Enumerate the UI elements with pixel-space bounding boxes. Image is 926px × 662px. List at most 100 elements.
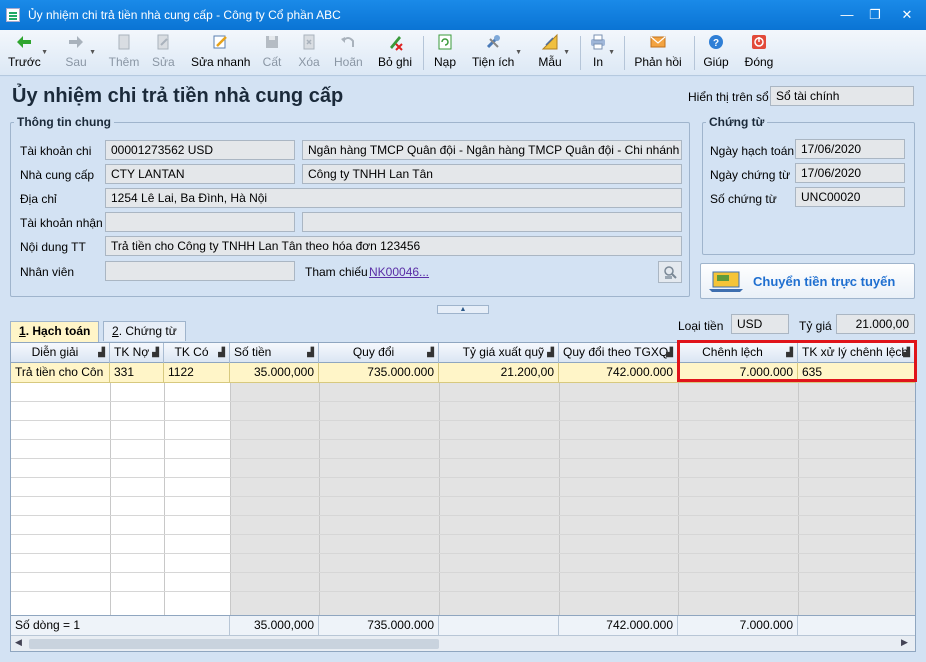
unpost-icon xyxy=(390,36,403,51)
col-amount[interactable]: Số tiền ▟ xyxy=(230,343,319,363)
tab-vouchers[interactable]: 2. Chứng từ xyxy=(103,321,186,341)
scroll-thumb[interactable] xyxy=(29,639,439,649)
recv-account-field[interactable] xyxy=(105,212,295,232)
post-date-label: Ngày hạch toán xyxy=(710,144,795,158)
toolbar-separator xyxy=(624,36,625,70)
edit-document-icon xyxy=(157,34,169,50)
cell-description[interactable]: Trả tiền cho Côn xyxy=(11,363,110,382)
reference-more-link[interactable]: ... xyxy=(419,265,429,279)
employee-field[interactable] xyxy=(105,261,295,281)
rate-field[interactable]: 21.000,00 xyxy=(836,314,915,334)
print-button[interactable]: In ▼ xyxy=(589,33,615,73)
toolbar-separator xyxy=(423,36,424,70)
recv-bank-field[interactable] xyxy=(302,212,682,232)
title-bar: Ủy nhiệm chi trả tiền nhà cung cấp - Côn… xyxy=(0,0,926,30)
cell-converted-tgxq[interactable]: 742.000.000 xyxy=(559,363,678,382)
tab-accounting[interactable]: 1. Hạch toán xyxy=(10,321,100,342)
address-field[interactable]: 1254 Lê Lai, Ba Đình, Hà Nội xyxy=(105,188,682,208)
reload-button[interactable]: Nạp xyxy=(433,33,457,73)
scroll-right-icon[interactable]: ▶ xyxy=(901,637,908,648)
highlight-annotation xyxy=(677,340,917,382)
next-button[interactable]: Sau ▼ xyxy=(64,33,96,73)
reference-link[interactable]: NK00046 xyxy=(369,265,419,279)
prev-button[interactable]: Trước ▼ xyxy=(8,33,48,73)
supplier-name-field[interactable]: Công ty TNHH Lan Tân xyxy=(302,164,682,184)
help-button[interactable]: ? Giúp xyxy=(703,33,729,73)
voucher-no-field[interactable]: UNC00020 xyxy=(795,187,905,207)
cell-amount[interactable]: 35.000,000 xyxy=(230,363,319,382)
col-rate[interactable]: Tỷ giá xuất quỹ ▟ xyxy=(439,343,559,363)
tools-icon xyxy=(486,35,500,49)
display-label: Hiển thị trên sổ xyxy=(688,90,769,104)
display-book-select[interactable]: Sổ tài chính xyxy=(770,86,914,106)
grid-footer: Số dòng = 1 35.000,000 735.000.000 742.0… xyxy=(11,615,915,635)
unpost-button[interactable]: Bỏ ghi xyxy=(378,33,412,73)
total-converted-tgxq: 742.000.000 xyxy=(559,616,678,635)
edit-button[interactable]: Sửa xyxy=(152,33,175,73)
reload-icon xyxy=(438,34,452,50)
collapse-toggle[interactable]: ▲ xyxy=(437,305,489,314)
cell-debit-account[interactable]: 331 xyxy=(110,363,164,382)
template-button[interactable]: Mẫu ▼ xyxy=(538,33,570,73)
grid-blank-area xyxy=(11,383,230,615)
minimize-button[interactable]: — xyxy=(836,6,858,24)
cell-converted[interactable]: 735.000.000 xyxy=(319,363,439,382)
voucher-date-field[interactable]: 17/06/2020 xyxy=(795,163,905,183)
add-button[interactable]: Thêm xyxy=(108,33,140,73)
mail-icon xyxy=(650,36,666,48)
col-description[interactable]: Diễn giải ▟ xyxy=(11,343,110,363)
attachment-button[interactable] xyxy=(658,261,682,283)
row-count: Số dòng = 1 xyxy=(11,616,230,635)
col-credit-account[interactable]: TK Có ▟ xyxy=(164,343,230,363)
quick-edit-button[interactable]: Sửa nhanh xyxy=(191,33,250,73)
search-attachment-icon xyxy=(664,266,677,279)
cell-rate[interactable]: 21.200,00 xyxy=(439,363,559,382)
undo-icon xyxy=(341,37,354,47)
voucher-title: Chứng từ xyxy=(706,115,768,129)
close-icon xyxy=(752,35,766,49)
online-transfer-button[interactable]: Chuyển tiền trực tuyến xyxy=(700,263,915,299)
bank-field[interactable]: Ngân hàng TMCP Quân đội - Ngân hàng TMCP… xyxy=(302,140,682,160)
restore-button[interactable]: ❐ xyxy=(864,6,886,24)
content-field[interactable]: Trả tiền cho Công ty TNHH Lan Tân theo h… xyxy=(105,236,682,256)
scroll-left-icon[interactable]: ◀ xyxy=(15,637,22,648)
delete-button[interactable]: Xóa xyxy=(298,33,320,73)
col-converted-tgxq[interactable]: Quy đổi theo TGXQ ▟ xyxy=(559,343,678,363)
save-icon xyxy=(266,36,278,48)
col-debit-account[interactable]: TK Nợ ▟ xyxy=(110,343,164,363)
arrow-left-icon xyxy=(17,36,31,48)
toolbar: Trước ▼ Sau ▼ Thêm Sửa Sửa nhanh Cất Xóa H… xyxy=(0,30,926,76)
utilities-button[interactable]: Tiện ích ▼ xyxy=(472,33,522,73)
horizontal-scrollbar[interactable]: ◀ ▶ xyxy=(11,635,915,651)
rate-label: Tỷ giá xyxy=(799,319,832,333)
total-difference: 7.000.000 xyxy=(678,616,798,635)
total-converted: 735.000.000 xyxy=(319,616,439,635)
post-date-field[interactable]: 17/06/2020 xyxy=(795,139,905,159)
currency-field[interactable]: USD xyxy=(731,314,789,334)
svg-text:?: ? xyxy=(713,38,719,49)
cell-credit-account[interactable]: 1122 xyxy=(164,363,230,382)
template-icon xyxy=(541,33,558,50)
feedback-button[interactable]: Phản hồi xyxy=(634,33,682,73)
window-title: Ủy nhiệm chi trả tiền nhà cung cấp - Côn… xyxy=(28,8,341,22)
supplier-code-field[interactable]: CTY LANTAN xyxy=(105,164,295,184)
recv-account-label: Tài khoản nhận xyxy=(20,216,103,230)
arrow-right-icon xyxy=(69,36,83,48)
voucher-no-label: Số chứng từ xyxy=(710,192,777,206)
account-field[interactable]: 00001273562 USD xyxy=(105,140,295,160)
address-label: Địa chỉ xyxy=(20,192,57,206)
app-icon xyxy=(6,8,20,22)
close-button[interactable]: Đóng xyxy=(744,33,774,73)
currency-label: Loại tiền xyxy=(678,319,724,333)
quick-edit-icon xyxy=(213,35,227,49)
defer-button[interactable]: Hoãn xyxy=(334,33,363,73)
account-label: Tài khoản chi xyxy=(20,144,92,158)
add-document-icon xyxy=(118,34,130,50)
total-rate xyxy=(439,616,559,635)
voucher-date-label: Ngày chứng từ xyxy=(710,168,791,182)
content-label: Nội dung TT xyxy=(20,240,86,254)
save-button[interactable]: Cất xyxy=(262,33,282,73)
col-converted[interactable]: Quy đổi ▟ xyxy=(319,343,439,363)
laptop-money-icon xyxy=(709,271,743,292)
window-close-button[interactable]: ✕ xyxy=(896,6,918,24)
